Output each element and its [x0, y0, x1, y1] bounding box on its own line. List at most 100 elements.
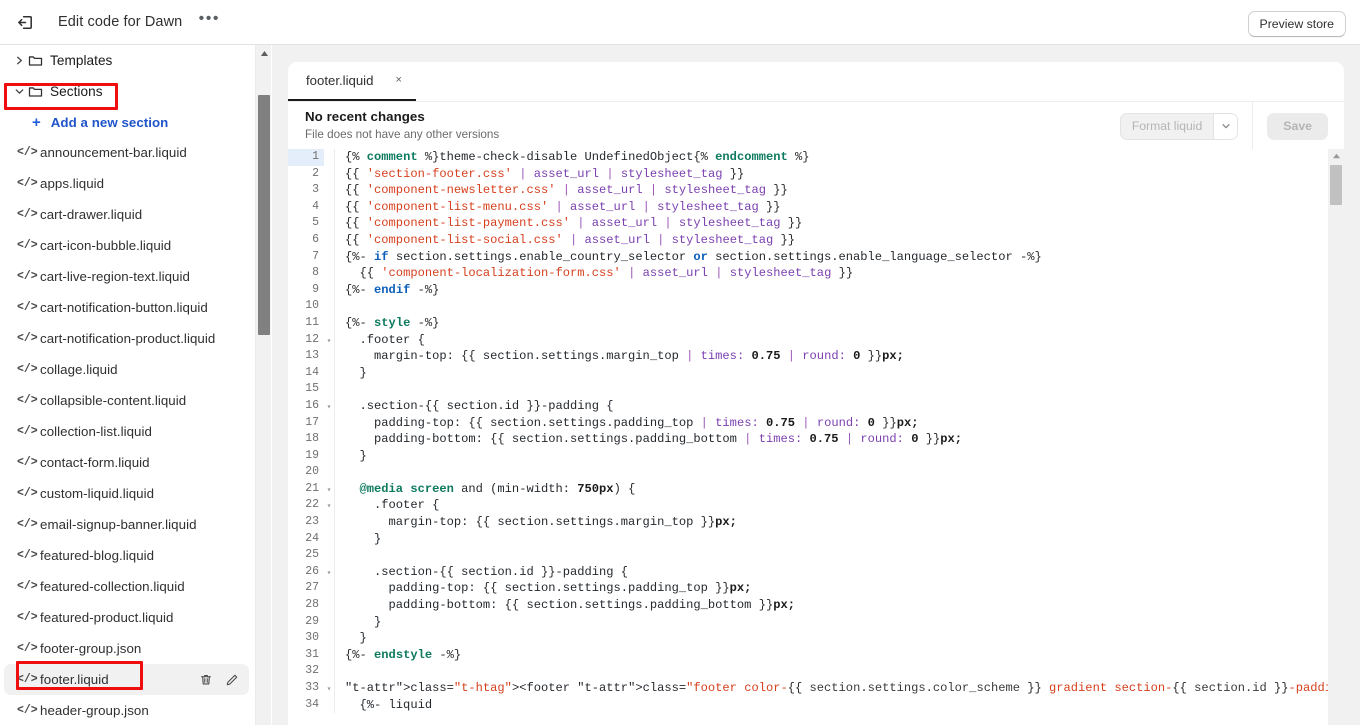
- code-line[interactable]: 12 ▾ .footer {: [288, 331, 1328, 351]
- sidebar-file-contact-form-liquid[interactable]: </> contact-form.liquid: [4, 447, 249, 478]
- file-list[interactable]: </> announcement-bar.liquid </> apps.liquid…: [0, 137, 255, 725]
- code-line[interactable]: 31 {%- endstyle -%}: [288, 646, 1328, 664]
- recent-changes-block: No recent changes File does not have any…: [305, 109, 499, 142]
- sidebar-file-footer-liquid[interactable]: </> footer.liquid: [4, 664, 249, 695]
- sidebar-scrollbar-thumb[interactable]: [258, 95, 270, 335]
- code-line[interactable]: 16 ▾ .section-{{ section.id }}-padding {: [288, 397, 1328, 417]
- code-text: {%- style -%}: [345, 315, 440, 330]
- sidebar-file-featured-product-liquid[interactable]: </> featured-product.liquid: [4, 602, 249, 633]
- fold-toggle-icon[interactable]: ▾: [324, 332, 334, 351]
- sidebar-file-email-signup-banner-liquid[interactable]: </> email-signup-banner.liquid: [4, 509, 249, 540]
- sidebar-file-featured-collection-liquid[interactable]: </> featured-collection.liquid: [4, 571, 249, 602]
- code-text: {{ 'component-list-social.css' | asset_u…: [345, 232, 796, 247]
- sidebar-file-cart-live-region-text-liquid[interactable]: </> cart-live-region-text.liquid: [4, 261, 249, 292]
- scroll-up-arrow-icon[interactable]: [1328, 149, 1344, 163]
- code-line[interactable]: 24 }: [288, 530, 1328, 548]
- sidebar-file-collage-liquid[interactable]: </> collage.liquid: [4, 354, 249, 385]
- sidebar-file-cart-drawer-liquid[interactable]: </> cart-drawer.liquid: [4, 199, 249, 230]
- editor-panel: footer.liquid × No recent changes File d…: [272, 45, 1360, 725]
- sidebar-file-apps-liquid[interactable]: </> apps.liquid: [4, 168, 249, 199]
- code-line[interactable]: 19 }: [288, 447, 1328, 465]
- code-text: }: [345, 631, 367, 646]
- code-line[interactable]: 15: [288, 381, 1328, 398]
- rename-icon[interactable]: [225, 673, 239, 687]
- code-line[interactable]: 11 {%- style -%}: [288, 314, 1328, 332]
- code-line[interactable]: 21 ▾ @media screen and (min-width: 750px)…: [288, 480, 1328, 498]
- code-line[interactable]: 23 margin-top: {{ section.settings.margi…: [288, 514, 1328, 531]
- add-new-section-link[interactable]: + Add a new section: [4, 107, 255, 137]
- more-options-icon[interactable]: •••: [196, 10, 222, 34]
- code-text: {{ 'component-localization-form.css' | a…: [359, 266, 854, 281]
- save-button[interactable]: Save: [1267, 112, 1328, 140]
- code-line[interactable]: 6 {{ 'component-list-social.css' | asset_…: [288, 231, 1328, 249]
- delete-icon[interactable]: [199, 673, 213, 687]
- code-line[interactable]: 17 padding-top: {{ section.settings.padd…: [288, 414, 1328, 432]
- close-icon[interactable]: ×: [395, 75, 401, 86]
- code-editor[interactable]: 1 {% comment %}theme-check-disable Undefi…: [288, 149, 1344, 725]
- code-line[interactable]: 5 {{ 'component-list-payment.css' | asset…: [288, 215, 1328, 232]
- code-line[interactable]: 33 ▾ "t-attr">class="t-htag"><footer "t-at…: [288, 680, 1328, 697]
- code-line[interactable]: 34 {%- liquid: [288, 696, 1328, 714]
- code-text: @media screen and (min-width: 750px) {: [359, 481, 636, 496]
- code-line[interactable]: 20: [288, 464, 1328, 481]
- code-line[interactable]: 14 }: [288, 364, 1328, 382]
- sidebar-file-collapsible-content-liquid[interactable]: </> collapsible-content.liquid: [4, 385, 249, 416]
- sidebar-file-featured-blog-liquid[interactable]: </> featured-blog.liquid: [4, 540, 249, 571]
- sidebar-scrollbar[interactable]: [255, 45, 271, 725]
- fold-toggle-icon[interactable]: ▾: [324, 564, 334, 583]
- code-scrollbar[interactable]: [1328, 149, 1344, 725]
- code-line[interactable]: 9 {%- endif -%}: [288, 281, 1328, 299]
- code-scrollbar-thumb[interactable]: [1330, 165, 1342, 205]
- sidebar-folder-sections[interactable]: Sections: [4, 76, 249, 107]
- sidebar-file-cart-notification-button-liquid[interactable]: </> cart-notification-button.liquid: [4, 292, 249, 323]
- chevron-right-icon[interactable]: [10, 55, 28, 66]
- format-liquid-group[interactable]: Format liquid: [1119, 112, 1239, 140]
- code-line[interactable]: 25: [288, 547, 1328, 564]
- sidebar-file-cart-icon-bubble-liquid[interactable]: </> cart-icon-bubble.liquid: [4, 230, 249, 261]
- sidebar-file-label: collection-list.liquid: [40, 424, 152, 439]
- scroll-up-arrow-icon[interactable]: [256, 45, 272, 61]
- sidebar-file-header-group-json[interactable]: </> header-group.json: [4, 695, 249, 725]
- tab-label: footer.liquid: [306, 73, 374, 88]
- fold-toggle-icon[interactable]: ▾: [324, 497, 334, 516]
- exit-icon[interactable]: [8, 7, 42, 37]
- line-number: 7: [288, 248, 324, 266]
- code-line[interactable]: 7 {%- if section.settings.enable_country_…: [288, 248, 1328, 266]
- format-liquid-button[interactable]: Format liquid: [1121, 114, 1213, 139]
- file-tree-sidebar[interactable]: Templates Sections + Add a new section <…: [0, 45, 255, 725]
- code-line[interactable]: 4 {{ 'component-list-menu.css' | asset_ur…: [288, 198, 1328, 216]
- line-number: 13: [288, 348, 324, 365]
- code-line[interactable]: 28 padding-bottom: {{ section.settings.p…: [288, 597, 1328, 614]
- code-line[interactable]: 27 padding-top: {{ section.settings.padd…: [288, 580, 1328, 598]
- sidebar-folder-templates[interactable]: Templates: [4, 45, 249, 76]
- code-line[interactable]: 32: [288, 663, 1328, 680]
- line-number: 30: [288, 630, 324, 647]
- sidebar-file-collection-list-liquid[interactable]: </> collection-list.liquid: [4, 416, 249, 447]
- code-file-icon: </>: [17, 208, 38, 221]
- code-line[interactable]: 8 {{ 'component-localization-form.css' |…: [288, 265, 1328, 282]
- code-line[interactable]: 1 {% comment %}theme-check-disable Undefi…: [288, 149, 1328, 166]
- code-line[interactable]: 30 }: [288, 630, 1328, 647]
- fold-toggle-icon[interactable]: ▾: [324, 398, 334, 417]
- fold-toggle-icon[interactable]: ▾: [324, 680, 334, 699]
- code-line[interactable]: 13 margin-top: {{ section.settings.margi…: [288, 348, 1328, 365]
- code-line[interactable]: 29 }: [288, 613, 1328, 631]
- sidebar-file-custom-liquid-liquid[interactable]: </> custom-liquid.liquid: [4, 478, 249, 509]
- sidebar-file-footer-group-json[interactable]: </> footer-group.json: [4, 633, 249, 664]
- sidebar-file-announcement-bar-liquid[interactable]: </> announcement-bar.liquid: [4, 137, 249, 168]
- code-line[interactable]: 18 padding-bottom: {{ section.settings.p…: [288, 431, 1328, 448]
- code-line[interactable]: 3 {{ 'component-newsletter.css' | asset_u…: [288, 182, 1328, 199]
- code-file-icon: </>: [17, 146, 38, 159]
- code-line[interactable]: 10: [288, 298, 1328, 315]
- sidebar-file-cart-notification-product-liquid[interactable]: </> cart-notification-product.liquid: [4, 323, 249, 354]
- code-line[interactable]: 26 ▾ .section-{{ section.id }}-padding {: [288, 563, 1328, 583]
- preview-store-button[interactable]: Preview store: [1247, 11, 1346, 37]
- code-content[interactable]: 1 {% comment %}theme-check-disable Undefi…: [288, 149, 1328, 725]
- chevron-down-icon[interactable]: [1213, 113, 1238, 139]
- chevron-down-icon[interactable]: [10, 86, 28, 97]
- line-number: 8: [288, 265, 324, 282]
- editor-tab-bar[interactable]: footer.liquid ×: [288, 62, 1344, 101]
- code-line[interactable]: 22 ▾ .footer {: [288, 497, 1328, 516]
- tab-footer-liquid[interactable]: footer.liquid ×: [288, 62, 416, 101]
- code-line[interactable]: 2 {{ 'section-footer.css' | asset_url | s…: [288, 165, 1328, 183]
